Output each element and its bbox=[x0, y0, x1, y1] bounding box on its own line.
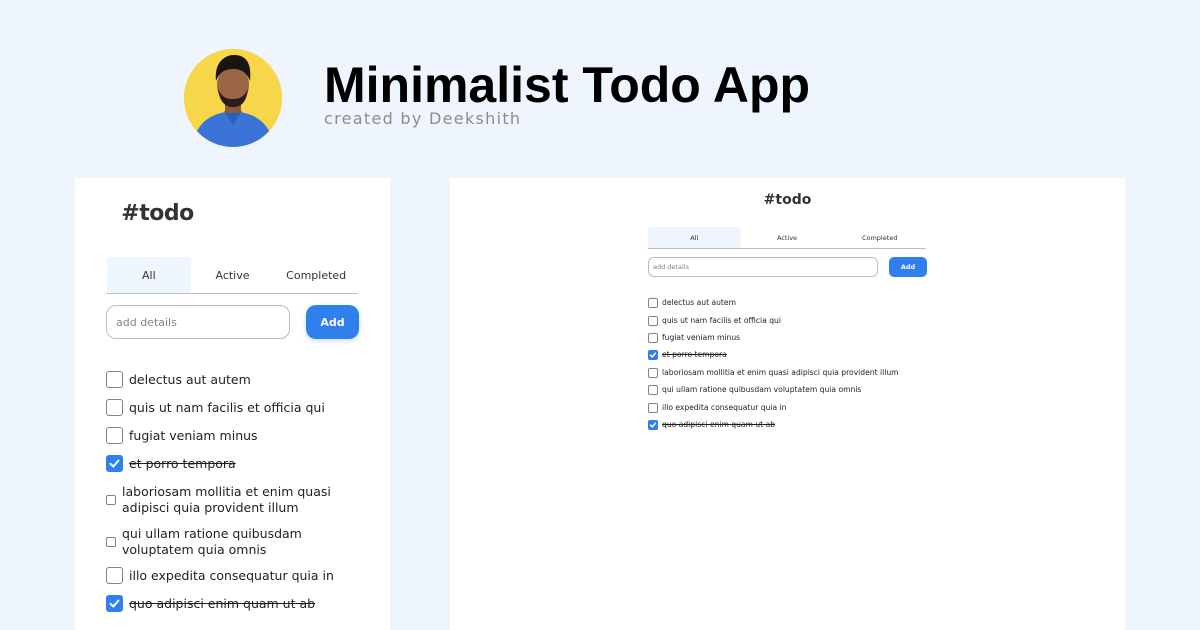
tab-bar: All Active Completed bbox=[648, 227, 926, 249]
list-item: fugiat veniam minus bbox=[648, 333, 740, 343]
task-label: et porro tempora bbox=[129, 455, 236, 471]
list-item: quo adipisci enim quam ut ab bbox=[648, 420, 775, 430]
list-item: illo expedita consequatur quia in bbox=[106, 567, 334, 584]
page-title: Minimalist Todo App bbox=[324, 57, 811, 113]
task-checkbox[interactable] bbox=[106, 399, 123, 416]
tab-completed[interactable]: Completed bbox=[833, 227, 926, 248]
task-checkbox-checked[interactable] bbox=[106, 455, 123, 472]
check-icon bbox=[109, 459, 120, 468]
list-item: quo adipisci enim quam ut ab bbox=[106, 595, 315, 612]
list-item: fugiat veniam minus bbox=[106, 427, 258, 444]
task-label: illo expedita consequatur quia in bbox=[129, 567, 334, 583]
task-checkbox[interactable] bbox=[106, 567, 123, 584]
task-checkbox[interactable] bbox=[106, 537, 116, 547]
list-item: laboriosam mollitia et enim quasi adipis… bbox=[648, 368, 899, 378]
check-icon bbox=[649, 352, 657, 358]
list-item: delectus aut autem bbox=[106, 371, 251, 388]
task-label: quis ut nam facilis et officia qui bbox=[129, 399, 325, 415]
list-item: qui ullam ratione quibusdam voluptatem q… bbox=[106, 526, 346, 558]
task-checkbox[interactable] bbox=[648, 316, 658, 326]
add-details-input[interactable] bbox=[106, 305, 290, 339]
tab-active[interactable]: Active bbox=[741, 227, 834, 248]
list-item: illo expedita consequatur quia in bbox=[648, 403, 787, 413]
list-item: et porro tempora bbox=[648, 350, 727, 360]
avatar bbox=[184, 49, 282, 147]
task-checkbox-checked[interactable] bbox=[648, 350, 658, 360]
list-item: quis ut nam facilis et officia qui bbox=[648, 316, 781, 326]
task-label: quo adipisci enim quam ut ab bbox=[662, 420, 776, 429]
app-heading: #todo bbox=[763, 192, 812, 208]
task-label: et porro tempora bbox=[662, 350, 727, 359]
tab-active[interactable]: Active bbox=[191, 257, 275, 293]
check-icon bbox=[649, 422, 657, 428]
list-item: quis ut nam facilis et officia qui bbox=[106, 399, 325, 416]
task-label: illo expedita consequatur quia in bbox=[662, 403, 787, 412]
task-checkbox[interactable] bbox=[648, 403, 658, 413]
tab-completed[interactable]: Completed bbox=[274, 257, 358, 293]
task-checkbox[interactable] bbox=[106, 495, 116, 505]
list-item: delectus aut autem bbox=[648, 298, 736, 308]
task-checkbox[interactable] bbox=[106, 371, 123, 388]
task-label: quo adipisci enim quam ut ab bbox=[129, 595, 316, 611]
task-checkbox[interactable] bbox=[648, 368, 658, 378]
task-label: quis ut nam facilis et officia qui bbox=[662, 316, 781, 325]
task-label: fugiat veniam minus bbox=[129, 427, 258, 443]
task-checkbox[interactable] bbox=[106, 427, 123, 444]
task-label: delectus aut autem bbox=[662, 298, 736, 307]
task-checkbox[interactable] bbox=[648, 298, 658, 308]
app-heading: #todo bbox=[121, 201, 194, 226]
task-checkbox[interactable] bbox=[648, 333, 658, 343]
tab-all[interactable]: All bbox=[107, 257, 191, 293]
add-button[interactable]: Add bbox=[889, 257, 927, 277]
tab-bar: All Active Completed bbox=[107, 257, 358, 294]
task-label: qui ullam ratione quibusdam voluptatem q… bbox=[662, 385, 862, 394]
task-checkbox-checked[interactable] bbox=[106, 595, 123, 612]
list-item: qui ullam ratione quibusdam voluptatem q… bbox=[648, 385, 861, 395]
task-label: laboriosam mollitia et enim quasi adipis… bbox=[122, 484, 331, 515]
page-subtitle: created by Deekshith bbox=[324, 109, 522, 128]
task-label: laboriosam mollitia et enim quasi adipis… bbox=[662, 368, 899, 377]
task-label: fugiat veniam minus bbox=[662, 333, 741, 342]
list-item: laboriosam mollitia et enim quasi adipis… bbox=[106, 484, 346, 516]
add-details-input[interactable] bbox=[648, 257, 878, 277]
task-label: qui ullam ratione quibusdam voluptatem q… bbox=[122, 526, 302, 557]
add-button[interactable]: Add bbox=[306, 305, 359, 339]
task-checkbox[interactable] bbox=[648, 385, 658, 395]
list-item: et porro tempora bbox=[106, 455, 236, 472]
check-icon bbox=[109, 599, 120, 608]
tab-all[interactable]: All bbox=[648, 227, 741, 248]
task-label: delectus aut autem bbox=[129, 371, 251, 387]
task-checkbox-checked[interactable] bbox=[648, 420, 658, 430]
